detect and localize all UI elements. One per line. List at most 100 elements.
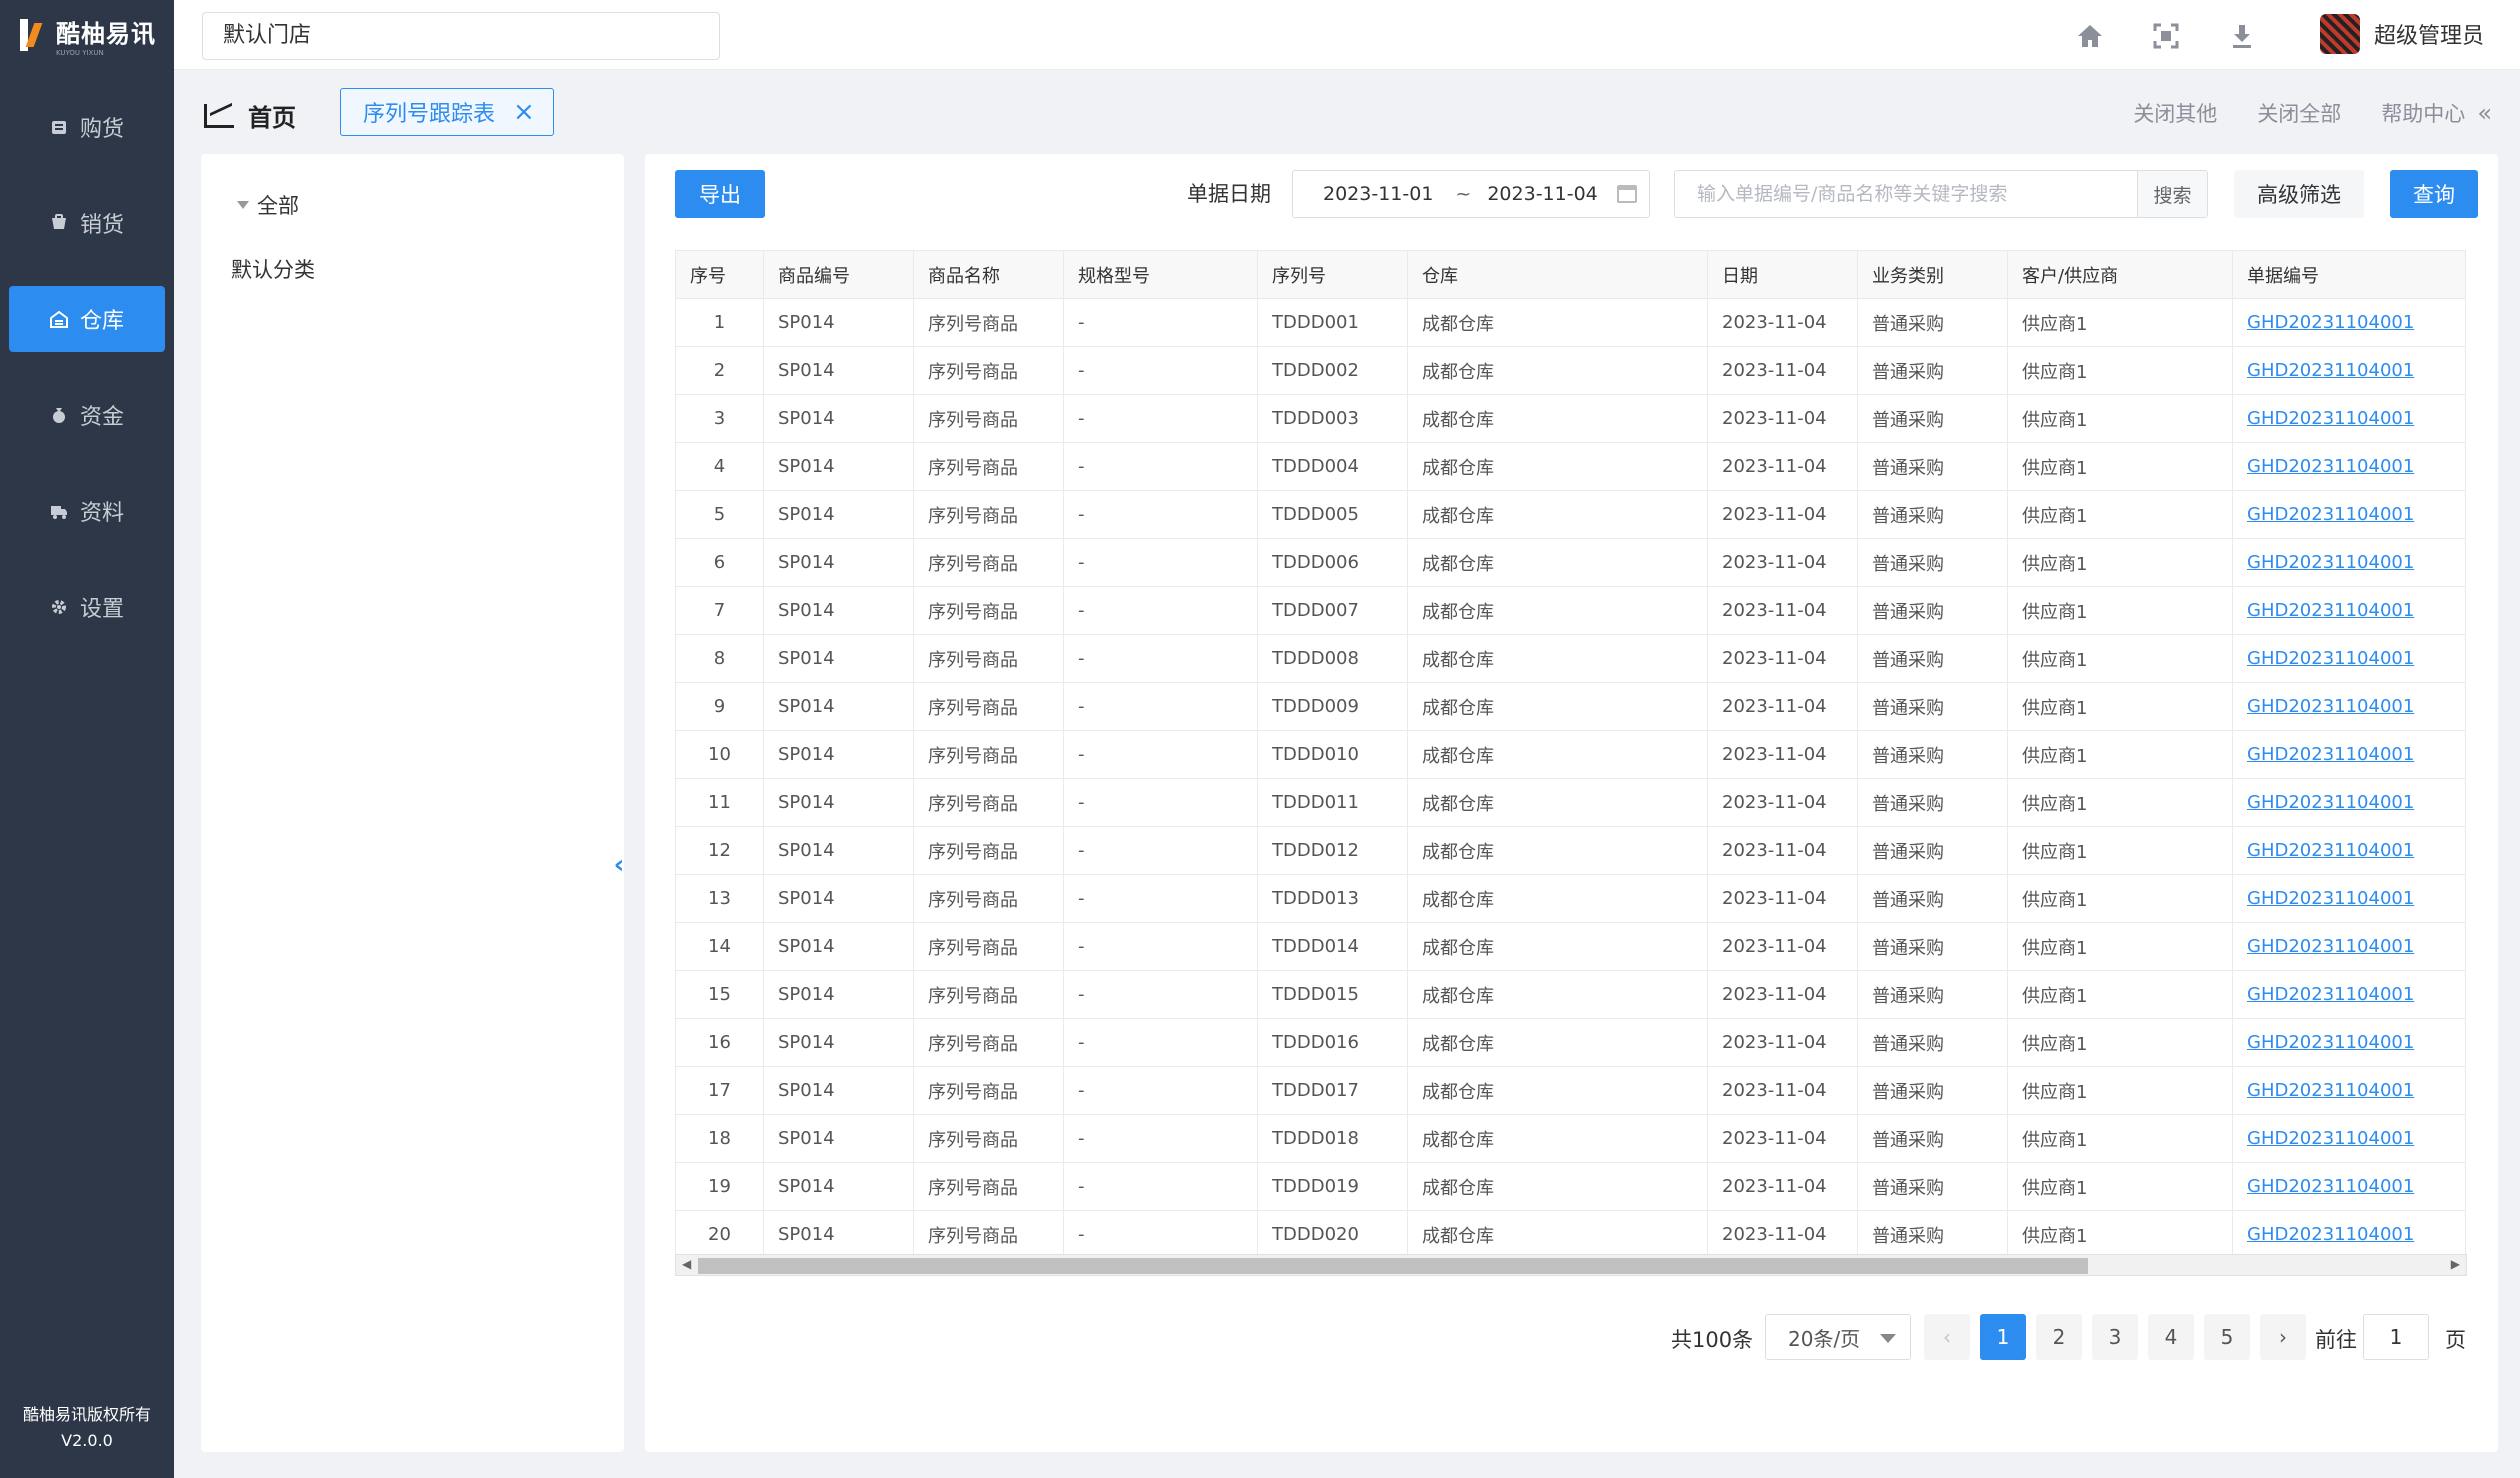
prev-page-button[interactable]: ‹ [1924, 1314, 1970, 1360]
order-number-link[interactable]: GHD20231104001 [2247, 1128, 2414, 1149]
next-page-button[interactable]: › [2260, 1314, 2306, 1360]
user-menu[interactable]: 超级管理员 [2320, 14, 2484, 54]
order-number-link[interactable]: GHD20231104001 [2247, 984, 2414, 1005]
order-number-link[interactable]: GHD20231104001 [2247, 648, 2414, 669]
order-number-link[interactable]: GHD20231104001 [2247, 456, 2414, 477]
table-cell: 普通采购 [1857, 1162, 2008, 1211]
query-button[interactable]: 查询 [2390, 170, 2478, 218]
table-row[interactable]: 14 SP014 序列号商品 - TDDD014 成都仓库 2023-11-04 普通采购 供应… [675, 922, 2466, 971]
sidebar-item-data[interactable]: 资料 [9, 478, 165, 544]
table-cell: 2023-11-04 [1707, 586, 1858, 635]
order-number-link[interactable]: GHD20231104001 [2247, 840, 2414, 861]
fullscreen-icon[interactable] [2148, 18, 2184, 54]
table-row[interactable]: 3 SP014 序列号商品 - TDDD003 成都仓库 2023-11-04 普通采购 供应商… [675, 394, 2466, 443]
order-number-link[interactable]: GHD20231104001 [2247, 360, 2414, 381]
help-center-link[interactable]: 帮助中心 [2381, 98, 2465, 128]
col-header[interactable]: 序列号 [1257, 250, 1408, 299]
table-cell: 2023-11-04 [1707, 1210, 1858, 1259]
page-button-1[interactable]: 1 [1980, 1314, 2026, 1360]
goto-page-input[interactable] [2363, 1314, 2429, 1360]
order-number-link[interactable]: GHD20231104001 [2247, 600, 2414, 621]
tab-serial-tracking[interactable]: 序列号跟踪表 × [340, 88, 554, 136]
table-row[interactable]: 13 SP014 序列号商品 - TDDD013 成都仓库 2023-11-04 普通采购 供应… [675, 874, 2466, 923]
store-select[interactable]: 默认门店 [202, 12, 720, 60]
page-button-2[interactable]: 2 [2036, 1314, 2082, 1360]
table-cell: 成都仓库 [1407, 778, 1708, 827]
order-number-link[interactable]: GHD20231104001 [2247, 792, 2414, 813]
table-cell: TDDD008 [1257, 634, 1408, 683]
table-row[interactable]: 15 SP014 序列号商品 - TDDD015 成都仓库 2023-11-04 普通采购 供应… [675, 970, 2466, 1019]
scroll-left-icon[interactable]: ◀ [682, 1257, 691, 1271]
horizontal-scrollbar[interactable]: ◀ ▶ [675, 1254, 2467, 1276]
export-button[interactable]: 导出 [675, 170, 765, 218]
search-button[interactable]: 搜索 [2137, 171, 2207, 217]
sidebar-item-settings[interactable]: 设置 [9, 574, 165, 640]
sidebar-item-purchase[interactable]: 购货 [9, 94, 165, 160]
table-cell: 普通采购 [1857, 1018, 2008, 1067]
home-icon[interactable] [2072, 18, 2108, 54]
category-all[interactable]: 全部 [237, 190, 299, 220]
table-row[interactable]: 16 SP014 序列号商品 - TDDD016 成都仓库 2023-11-04 普通采购 供应… [675, 1018, 2466, 1067]
tab-home[interactable]: 首页 [204, 98, 296, 133]
col-header[interactable]: 客户/供应商 [2007, 250, 2233, 299]
table-row[interactable]: 19 SP014 序列号商品 - TDDD019 成都仓库 2023-11-04 普通采购 供应… [675, 1162, 2466, 1211]
table-row[interactable]: 5 SP014 序列号商品 - TDDD005 成都仓库 2023-11-04 普通采购 供应商… [675, 490, 2466, 539]
table-row[interactable]: 10 SP014 序列号商品 - TDDD010 成都仓库 2023-11-04 普通采购 供应… [675, 730, 2466, 779]
order-number-link[interactable]: GHD20231104001 [2247, 552, 2414, 573]
order-number-link[interactable]: GHD20231104001 [2247, 1176, 2414, 1197]
table-row[interactable]: 1 SP014 序列号商品 - TDDD001 成都仓库 2023-11-04 普通采购 供应商… [675, 298, 2466, 347]
order-number-link[interactable]: GHD20231104001 [2247, 1080, 2414, 1101]
table-cell: 普通采购 [1857, 1114, 2008, 1163]
chevron-left-icon[interactable]: ‹ [608, 850, 630, 880]
close-all-button[interactable]: 关闭全部 [2257, 98, 2341, 128]
scroll-right-icon[interactable]: ▶ [2451, 1257, 2460, 1271]
col-header[interactable]: 单据编号 [2232, 250, 2466, 299]
order-number-link[interactable]: GHD20231104001 [2247, 744, 2414, 765]
col-header[interactable]: 日期 [1707, 250, 1858, 299]
order-number-link[interactable]: GHD20231104001 [2247, 504, 2414, 525]
category-default[interactable]: 默认分类 [231, 254, 315, 284]
table-row[interactable]: 2 SP014 序列号商品 - TDDD002 成都仓库 2023-11-04 普通采购 供应商… [675, 346, 2466, 395]
table-row[interactable]: 20 SP014 序列号商品 - TDDD020 成都仓库 2023-11-04 普通采购 供应… [675, 1210, 2466, 1259]
order-number-link[interactable]: GHD20231104001 [2247, 312, 2414, 333]
scrollbar-thumb[interactable] [698, 1258, 2088, 1274]
col-header[interactable]: 序号 [675, 250, 764, 299]
search-input[interactable] [1675, 171, 2137, 217]
order-number-link[interactable]: GHD20231104001 [2247, 936, 2414, 957]
table-cell: 供应商1 [2007, 1114, 2233, 1163]
order-number-link[interactable]: GHD20231104001 [2247, 1224, 2414, 1245]
table-row[interactable]: 18 SP014 序列号商品 - TDDD018 成都仓库 2023-11-04 普通采购 供应… [675, 1114, 2466, 1163]
col-header[interactable]: 商品编号 [763, 250, 914, 299]
caret-down-icon[interactable] [237, 201, 249, 209]
order-number-link[interactable]: GHD20231104001 [2247, 1032, 2414, 1053]
download-icon[interactable] [2224, 18, 2260, 54]
page-button-5[interactable]: 5 [2204, 1314, 2250, 1360]
col-header[interactable]: 商品名称 [913, 250, 1064, 299]
table-row[interactable]: 17 SP014 序列号商品 - TDDD017 成都仓库 2023-11-04 普通采购 供应… [675, 1066, 2466, 1115]
sidebar-item-funds[interactable]: 资金 [9, 382, 165, 448]
table-row[interactable]: 8 SP014 序列号商品 - TDDD008 成都仓库 2023-11-04 普通采购 供应商… [675, 634, 2466, 683]
order-number-link[interactable]: GHD20231104001 [2247, 888, 2414, 909]
col-header[interactable]: 规格型号 [1063, 250, 1258, 299]
order-number-link[interactable]: GHD20231104001 [2247, 696, 2414, 717]
table-row[interactable]: 11 SP014 序列号商品 - TDDD011 成都仓库 2023-11-04 普通采购 供应… [675, 778, 2466, 827]
col-header[interactable]: 业务类别 [1857, 250, 2008, 299]
col-header[interactable]: 仓库 [1407, 250, 1708, 299]
advanced-filter-button[interactable]: 高级筛选 [2234, 170, 2364, 218]
table-row[interactable]: 12 SP014 序列号商品 - TDDD012 成都仓库 2023-11-04 普通采购 供应… [675, 826, 2466, 875]
table-row[interactable]: 7 SP014 序列号商品 - TDDD007 成都仓库 2023-11-04 普通采购 供应商… [675, 586, 2466, 635]
sidebar-item-sales[interactable]: 销货 [9, 190, 165, 256]
close-icon[interactable]: × [513, 99, 535, 125]
order-number-link[interactable]: GHD20231104001 [2247, 408, 2414, 429]
close-others-button[interactable]: 关闭其他 [2133, 98, 2217, 128]
page-button-4[interactable]: 4 [2148, 1314, 2194, 1360]
date-separator: ~ [1455, 183, 1472, 205]
sidebar-item-warehouse[interactable]: 仓库 [9, 286, 165, 352]
date-range-picker[interactable]: 2023-11-01 ~ 2023-11-04 [1292, 170, 1650, 218]
table-row[interactable]: 9 SP014 序列号商品 - TDDD009 成都仓库 2023-11-04 普通采购 供应商… [675, 682, 2466, 731]
page-size-select[interactable]: 20条/页 [1765, 1314, 1911, 1360]
table-row[interactable]: 6 SP014 序列号商品 - TDDD006 成都仓库 2023-11-04 普通采购 供应商… [675, 538, 2466, 587]
table-row[interactable]: 4 SP014 序列号商品 - TDDD004 成都仓库 2023-11-04 普通采购 供应商… [675, 442, 2466, 491]
page-button-3[interactable]: 3 [2092, 1314, 2138, 1360]
double-chevron-left-icon[interactable]: « [2477, 99, 2492, 127]
